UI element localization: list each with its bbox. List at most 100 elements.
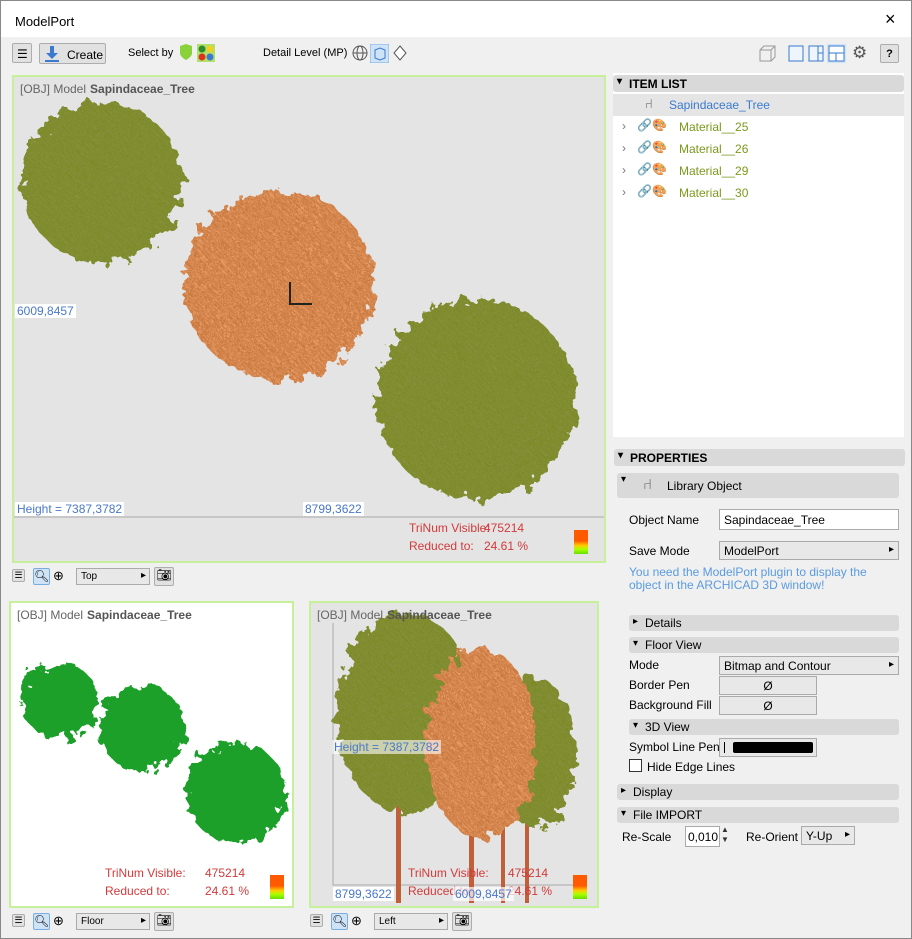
menu-button[interactable]: ☰ <box>12 43 32 63</box>
material-select-icon[interactable] <box>197 44 215 62</box>
library-object-header[interactable]: ⑁ Library Object <box>617 473 899 498</box>
chair-icon: ⑁ <box>645 96 653 111</box>
model-name: Sapindaceae_Tree <box>387 608 492 622</box>
item-list-header[interactable]: ITEM LIST <box>613 75 904 92</box>
save-mode-select[interactable]: ModelPort <box>719 541 899 560</box>
tree-symbol <box>99 685 185 771</box>
download-arrow-icon <box>45 46 59 62</box>
item-label: Sapindaceae_Tree <box>669 98 770 112</box>
help-button[interactable]: ? <box>880 44 899 63</box>
item-label: Material__25 <box>679 120 749 134</box>
material-icon: 🔗🎨 <box>637 162 667 176</box>
trinum-label: TriNum Visible: <box>408 866 489 880</box>
save-mode-label: Save Mode <box>629 544 690 558</box>
select-by-label: Select by <box>128 47 174 59</box>
coord-label: 8799,3622 <box>333 887 394 901</box>
close-button[interactable]: × <box>885 9 896 30</box>
layout-split-icon[interactable] <box>808 45 824 62</box>
trinum-value: 475214 <box>205 866 246 880</box>
symbol-line-pen-label: Symbol Line Pen <box>629 740 720 754</box>
object-name-input[interactable]: Sapindaceae_Tree <box>719 509 899 530</box>
detail-level-label: Detail Level (MP) <box>263 47 348 59</box>
viewport-header: [OBJ] Model Sapindaceae_Tree <box>317 608 492 622</box>
floor-view-section[interactable]: Floor View <box>629 637 899 653</box>
camera-icon[interactable]: 📷︎ <box>452 912 472 931</box>
reorient-select[interactable]: Y-Up <box>801 826 855 845</box>
height-label: Height = 7387,3782 <box>15 502 125 516</box>
item-list-panel: ITEM LIST ⑁ Sapindaceae_Tree ›🔗🎨Material… <box>613 73 904 437</box>
box-detail-icon[interactable] <box>370 44 389 63</box>
item-label: Material__29 <box>679 164 749 178</box>
trinum-label: TriNum Visible: <box>105 866 186 880</box>
viewport-menu-icon[interactable]: ☰ <box>12 569 25 582</box>
reduced-label: Reduced to: <box>409 539 474 553</box>
diamond-icon[interactable] <box>392 45 408 61</box>
properties-header[interactable]: PROPERTIES <box>614 449 905 466</box>
top-view-render <box>14 102 604 518</box>
background-fill-label: Background Fill <box>629 698 712 712</box>
reorient-label: Re-Orient <box>746 830 799 844</box>
tree-symbol <box>21 662 97 738</box>
list-item[interactable]: › 🔗🎨 Material__30 <box>613 182 904 204</box>
zoom-fit-icon[interactable]: 🔍︎ <box>33 568 50 585</box>
create-label: Create <box>67 48 104 62</box>
gear-icon[interactable]: ⚙ <box>852 43 867 63</box>
height-label: Height = 7387,3782 <box>332 740 442 754</box>
zoom-fit-icon[interactable]: 🔍︎ <box>33 913 50 930</box>
mode-select[interactable]: Bitmap and Contour <box>719 656 899 675</box>
camera-icon[interactable]: 📷︎ <box>154 912 174 931</box>
material-icon: 🔗🎨 <box>637 140 667 154</box>
view-select[interactable]: Floor <box>76 913 150 930</box>
symbol-line-pen-picker[interactable] <box>719 738 817 757</box>
tree-symbol <box>186 743 286 843</box>
rescale-input[interactable]: 0,010 <box>685 826 720 847</box>
list-item-root[interactable]: ⑁ Sapindaceae_Tree <box>613 94 904 116</box>
trinum-value: 475214 <box>508 866 549 880</box>
list-item[interactable]: › 🔗🎨 Material__26 <box>613 138 904 160</box>
list-item[interactable]: › 🔗🎨 Material__29 <box>613 160 904 182</box>
shield-select-icon[interactable] <box>179 44 193 60</box>
trinum-value: 475214 <box>484 521 525 535</box>
display-section[interactable]: Display <box>617 784 899 800</box>
tree-canopy <box>22 102 182 262</box>
modelport-window: ModelPort × ☰ Create Select by Detail Le… <box>0 0 912 939</box>
viewport-floor[interactable]: [OBJ] Model Sapindaceae_Tree TriNum Visib… <box>9 601 294 908</box>
zoom-fit-icon[interactable]: 🔍︎ <box>331 913 348 930</box>
hide-edge-lines-checkbox[interactable] <box>629 759 642 772</box>
zoom-in-icon[interactable]: ⊕ <box>351 913 362 929</box>
object-name-label: Object Name <box>629 513 700 527</box>
viewport-left[interactable]: [OBJ] Model Sapindaceae_Tree Height = 738… <box>309 601 599 908</box>
cube-view-icon[interactable] <box>758 45 776 63</box>
background-fill-picker[interactable]: Ø <box>719 696 817 715</box>
3d-view-section[interactable]: 3D View <box>629 719 899 735</box>
layout-single-icon[interactable] <box>788 45 804 62</box>
layout-triple-icon[interactable] <box>827 44 846 63</box>
details-section[interactable]: Details <box>629 615 899 631</box>
item-label: Material__26 <box>679 142 749 156</box>
create-button[interactable]: Create <box>39 43 106 64</box>
file-import-section[interactable]: File IMPORT <box>617 807 899 823</box>
header-prefix: [OBJ] Model <box>317 608 384 622</box>
border-pen-label: Border Pen <box>629 678 690 692</box>
side-view-render <box>332 613 576 903</box>
viewport-menu-icon[interactable]: ☰ <box>12 914 25 927</box>
list-item[interactable]: › 🔗🎨 Material__25 <box>613 116 904 138</box>
rescale-stepper[interactable]: ▲ ▼ <box>721 825 729 845</box>
viewport-top[interactable]: [OBJ] Model Sapindaceae_Tree 6009,8457 He… <box>12 75 606 563</box>
tree-canopy <box>184 190 374 380</box>
rescale-label: Re-Scale <box>622 830 672 844</box>
border-pen-picker[interactable]: Ø <box>719 676 817 695</box>
material-icon: 🔗🎨 <box>637 184 667 198</box>
viewport-menu-icon[interactable]: ☰ <box>310 914 323 927</box>
chair-icon: ⑁ <box>643 476 653 493</box>
camera-icon[interactable]: 📷︎ <box>154 567 174 586</box>
globe-icon[interactable] <box>352 45 368 61</box>
zoom-in-icon[interactable]: ⊕ <box>53 568 64 584</box>
view-select[interactable]: Top <box>76 568 150 585</box>
mode-label: Mode <box>629 658 660 672</box>
coord-label: 8799,3622 <box>303 502 364 516</box>
plugin-notice: You need the ModelPort plugin to display… <box>629 565 867 592</box>
trinum-label: TriNum Visible: <box>409 521 490 535</box>
zoom-in-icon[interactable]: ⊕ <box>53 913 64 929</box>
view-select[interactable]: Left <box>374 913 448 930</box>
